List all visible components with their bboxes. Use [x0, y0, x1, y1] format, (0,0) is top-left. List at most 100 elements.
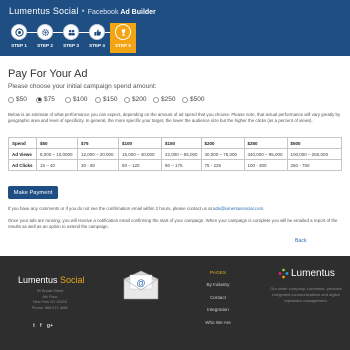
- svg-text:@: @: [136, 278, 145, 288]
- table-row: Ad Views 8,000 – 10,0000 12,000 – 20,000…: [8, 148, 343, 160]
- spend-options: $50 $75 $100 $150 $200 $250 $500: [8, 96, 268, 106]
- table-cell: 8,000 – 10,0000: [36, 148, 78, 160]
- table-header: $150: [161, 137, 202, 149]
- table-cell: Ad Clicks: [8, 159, 37, 171]
- table-cell: 30,000 – 75,000: [200, 148, 245, 160]
- table-header: $500: [286, 137, 343, 149]
- spend-option-75[interactable]: $75: [36, 96, 55, 103]
- step-5[interactable]: STEP 5: [110, 23, 136, 53]
- table-cell: 15,000 – 40,000: [118, 148, 162, 160]
- table-cell: 250 - 750: [286, 159, 343, 171]
- email-icon[interactable]: @: [123, 270, 159, 300]
- back-link[interactable]: Back: [295, 238, 307, 244]
- contact-email-link[interactable]: ads@lumentussocial.com: [213, 206, 263, 211]
- step-2[interactable]: STEP 2: [32, 24, 58, 48]
- app-brand[interactable]: Lumentus Social • Facebook Ad Builder: [9, 6, 156, 16]
- spend-option-500[interactable]: $500: [182, 96, 204, 103]
- footer-logo-part2: Social: [57, 275, 85, 285]
- table-cell: 50 – 120: [118, 159, 162, 171]
- brand-separator: •: [81, 6, 85, 16]
- campaign-note: Once your ads are running, you will rece…: [8, 218, 338, 229]
- lumentus-name: Lumentus: [291, 268, 335, 279]
- lumentus-logo-icon: [278, 268, 289, 279]
- table-header: $250: [243, 137, 288, 149]
- page-title: Pay For Your Ad: [8, 68, 88, 80]
- footer: Lumentus Social 90 Broad Street 6th Floo…: [0, 256, 350, 350]
- table-cell: 15 – 40: [36, 159, 78, 171]
- performance-table: Spend $50 $75 $100 $150 $200 $250 $500 A…: [8, 137, 343, 171]
- table-header: $75: [77, 137, 119, 149]
- radio-button[interactable]: [36, 96, 42, 103]
- table-cell: 22,000 – 55,000: [161, 148, 202, 160]
- step-progress: STEP 1 STEP 2 STEP 3 STEP 4 STEP 5: [6, 23, 146, 53]
- contact-text: If you have any comments or if you do no…: [8, 206, 342, 211]
- table-cell: 100,000 – 250,000: [286, 148, 343, 160]
- footer-logo[interactable]: Lumentus Social: [18, 275, 85, 285]
- option-label: $50: [16, 96, 27, 103]
- target-icon: [11, 24, 27, 40]
- lumentus-brand[interactable]: Lumentus: [278, 268, 335, 279]
- option-label: $100: [73, 96, 88, 103]
- footer-nav-who-we-are[interactable]: Who We Are: [196, 320, 240, 325]
- google-plus-icon[interactable]: g+: [47, 323, 54, 329]
- footer-nav-integration[interactable]: Integration: [196, 307, 240, 312]
- table-cell: 100 - 300: [243, 159, 288, 171]
- step-label: STEP 3: [63, 43, 79, 48]
- table-cell: Ad Views: [8, 148, 37, 160]
- footer-nav-heading: PAGES: [209, 271, 227, 276]
- contact-message: If you have any comments or if you do no…: [8, 206, 214, 211]
- table-header: $50: [36, 137, 78, 149]
- footer-nav: PAGES By Industry Contact Integration Wh…: [196, 271, 240, 332]
- spend-option-150[interactable]: $150: [95, 96, 117, 103]
- radio-button[interactable]: [124, 96, 130, 103]
- option-label: $75: [44, 96, 55, 103]
- table-cell: 75 - 225: [200, 159, 245, 171]
- table-cell: 30 - 80: [77, 159, 119, 171]
- table-row: Ad Clicks 15 – 40 30 - 80 50 – 120 80 – …: [8, 159, 343, 171]
- step-label: STEP 5: [115, 43, 131, 48]
- step-3[interactable]: STEP 3: [58, 24, 84, 48]
- footer-nav-by-industry[interactable]: By Industry: [196, 282, 240, 287]
- option-label: $500: [190, 96, 205, 103]
- header: Lumentus Social • Facebook Ad Builder STEP…: [0, 0, 350, 56]
- radio-button[interactable]: [153, 96, 159, 103]
- contact-end: .: [263, 206, 265, 211]
- make-payment-button[interactable]: Make Payment: [8, 186, 58, 199]
- trophy-icon: [115, 24, 131, 40]
- app-subtitle-prefix: Facebook: [87, 9, 121, 16]
- social-links: t f g+: [33, 323, 53, 329]
- gear-icon: [37, 24, 53, 40]
- thumbs-up-icon: [89, 24, 105, 40]
- footer-nav-contact[interactable]: Contact: [196, 295, 240, 300]
- table-header: $200: [200, 137, 245, 149]
- performance-description: Below is an estimate of what performance…: [8, 112, 341, 123]
- facebook-icon[interactable]: f: [40, 323, 42, 329]
- radio-button[interactable]: [65, 96, 71, 103]
- option-label: $250: [161, 96, 176, 103]
- footer-logo-part1: Lumentus: [18, 275, 58, 285]
- table-header: Spend: [8, 137, 37, 149]
- table-header: $100: [118, 137, 162, 149]
- app-subtitle-bold: Ad Builder: [120, 9, 156, 16]
- spend-option-100[interactable]: $100: [65, 96, 87, 103]
- radio-button[interactable]: [95, 96, 101, 103]
- spend-option-200[interactable]: $200: [124, 96, 146, 103]
- step-label: STEP 4: [89, 43, 105, 48]
- footer-address: 90 Broad Street 6th Floor New York NY 10…: [30, 289, 70, 311]
- people-icon: [63, 24, 79, 40]
- step-1[interactable]: STEP 1: [6, 24, 32, 48]
- step-label: STEP 2: [37, 43, 53, 48]
- spend-option-250[interactable]: $250: [153, 96, 175, 103]
- option-label: $200: [132, 96, 147, 103]
- radio-button[interactable]: [182, 96, 188, 103]
- twitter-icon[interactable]: t: [33, 323, 35, 329]
- address-line: Phone: 866.971.4682: [31, 305, 69, 310]
- step-4[interactable]: STEP 4: [84, 24, 110, 48]
- lumentus-description: Our sister company, Lumentus, provides i…: [270, 286, 342, 303]
- spend-option-50[interactable]: $50: [8, 96, 27, 103]
- page-subtitle: Please choose your initial campaign spen…: [8, 83, 157, 90]
- app-subtitle: Facebook Ad Builder: [88, 9, 156, 16]
- radio-button[interactable]: [8, 96, 14, 103]
- table-header-row: Spend $50 $75 $100 $150 $200 $250 $500: [8, 137, 343, 149]
- table-cell: 80 – 175: [161, 159, 202, 171]
